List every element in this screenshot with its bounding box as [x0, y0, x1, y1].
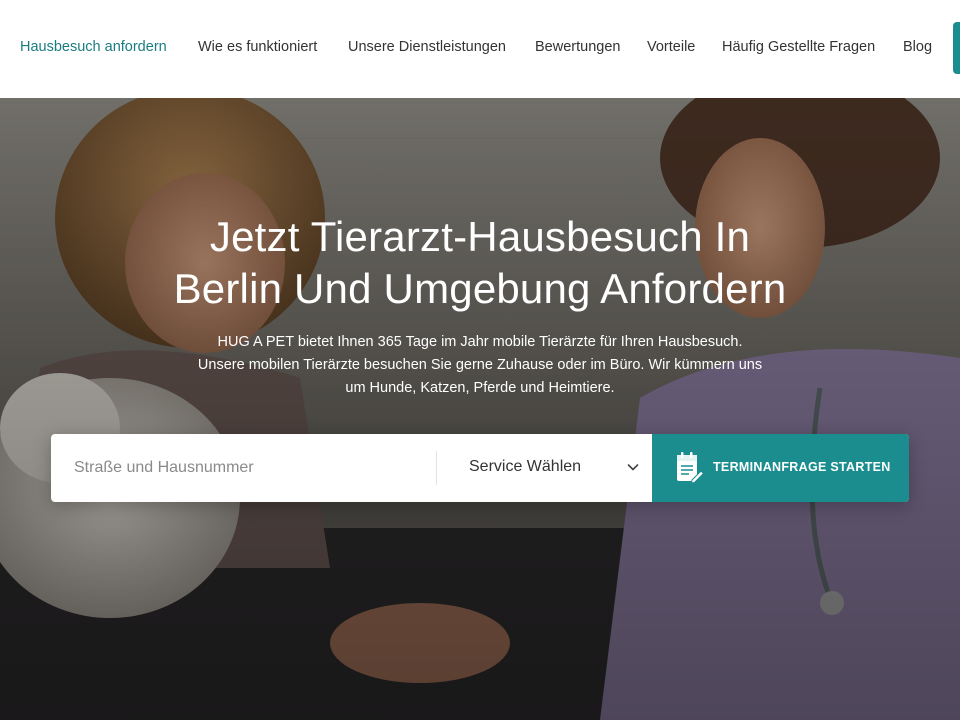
nav-item-wie-es-funktioniert[interactable]: Wie es funktioniert [198, 39, 317, 55]
hero-title-line: Berlin Und Umgebung Anfordern [173, 265, 787, 312]
chevron-down-icon [627, 464, 639, 471]
appointment-search-bar: Service Wählen TERMINANFRAGE STARTEN [51, 434, 909, 502]
service-select-value: Service Wählen [469, 458, 582, 475]
nav-item-blog[interactable]: Blog [903, 39, 932, 55]
nav-item-faq[interactable]: Häufig Gestellte Fragen [722, 39, 875, 55]
nav-cta-button[interactable] [953, 22, 960, 74]
address-input[interactable] [51, 434, 436, 502]
nav-item-unsere-dienstleistungen[interactable]: Unsere Dienstleistungen [348, 39, 506, 55]
calendar-edit-icon [677, 452, 704, 484]
start-appointment-label: TERMINANFRAGE STARTEN [713, 460, 891, 474]
nav-item-vorteile[interactable]: Vorteile [647, 39, 695, 55]
hero-subtitle-line: Unsere mobilen Tierärzte besuchen Sie ge… [197, 357, 763, 373]
start-appointment-button[interactable]: TERMINANFRAGE STARTEN [652, 434, 909, 502]
hero-subtitle: HUG A PET bietet Ihnen 365 Tage im Jahr … [140, 331, 820, 400]
hero-subtitle-line: um Hunde, Katzen, Pferde und Heimtiere. [345, 380, 615, 396]
top-navigation: Hausbesuch anfordern Wie es funktioniert… [0, 0, 960, 98]
hero-subtitle-line: HUG A PET bietet Ihnen 365 Tage im Jahr … [217, 334, 743, 350]
nav-item-hausbesuch-anfordern[interactable]: Hausbesuch anfordern [20, 39, 167, 55]
service-select[interactable]: Service Wählen [437, 434, 652, 502]
hero-title-line: Jetzt Tierarzt-Hausbesuch In [209, 213, 751, 260]
nav-item-bewertungen[interactable]: Bewertungen [535, 39, 620, 55]
hero-title: Jetzt Tierarzt-Hausbesuch In Berlin Und … [0, 211, 960, 315]
hero-dark-overlay [0, 98, 960, 720]
hero-section: Jetzt Tierarzt-Hausbesuch In Berlin Und … [0, 98, 960, 720]
